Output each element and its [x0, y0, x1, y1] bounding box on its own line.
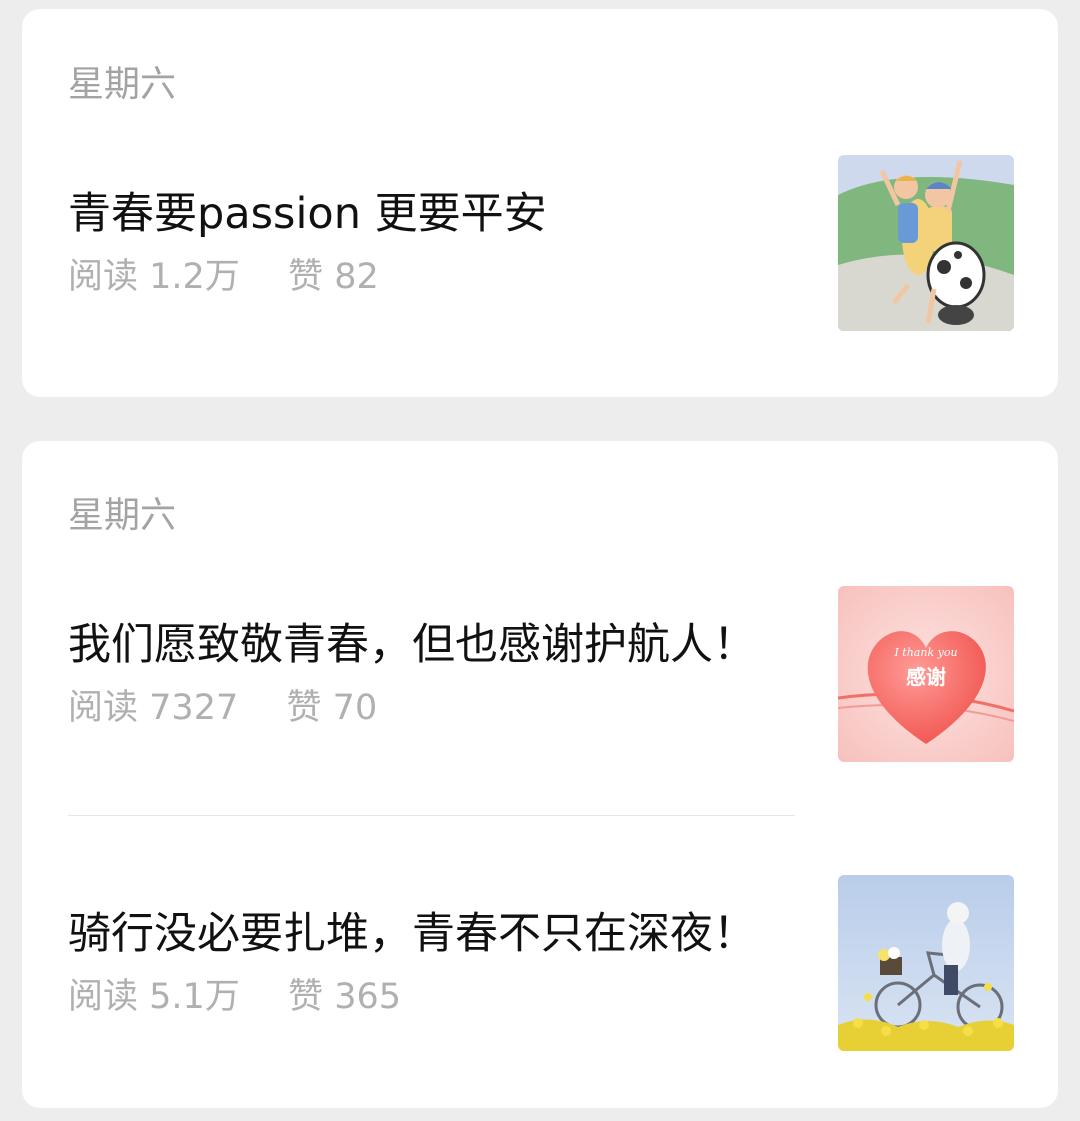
bicycle-photo	[838, 875, 1014, 1051]
article-stats: 阅读 7327 赞 70	[68, 686, 377, 730]
thumb-text: 感谢	[906, 665, 946, 689]
article-item[interactable]: 骑行没必要扎堆，青春不只在深夜！ 阅读 5.1万 赞 365	[22, 875, 1058, 1055]
date-header: 星期六	[68, 64, 177, 105]
read-label: 阅读	[68, 257, 139, 297]
article-card: 星期六 青春要passion 更要平安 阅读 1.2万 赞 82	[22, 9, 1058, 397]
article-card: 星期六 我们愿致敬青春，但也感谢护航人！ 阅读 7327 赞 70 I than…	[22, 441, 1058, 1108]
date-header: 星期六	[68, 495, 177, 536]
divider	[68, 815, 795, 816]
thumb-script-text: I thank you	[893, 646, 957, 659]
like-label: 赞	[288, 977, 324, 1017]
like-count: 70	[332, 688, 378, 728]
article-thumbnail[interactable]: I thank you 感谢	[838, 586, 1014, 762]
heart-image: I thank you 感谢	[838, 586, 1014, 762]
read-label: 阅读	[68, 688, 139, 728]
article-title[interactable]: 青春要passion 更要平安	[68, 186, 808, 242]
like-count: 82	[334, 257, 379, 297]
like-count: 365	[334, 977, 402, 1017]
article-item[interactable]: 青春要passion 更要平安 阅读 1.2万 赞 82	[22, 155, 1058, 335]
article-title[interactable]: 我们愿致敬青春，但也感谢护航人！	[68, 617, 808, 673]
like-label: 赞	[286, 688, 322, 728]
read-count: 1.2万	[149, 257, 240, 297]
read-count: 7327	[149, 688, 239, 728]
like-label: 赞	[288, 257, 324, 297]
article-title[interactable]: 骑行没必要扎堆，青春不只在深夜！	[68, 906, 808, 962]
scooter-illustration	[838, 155, 1014, 331]
article-item[interactable]: 我们愿致敬青春，但也感谢护航人！ 阅读 7327 赞 70 I thank yo…	[22, 586, 1058, 766]
article-thumbnail[interactable]	[838, 875, 1014, 1051]
article-thumbnail[interactable]	[838, 155, 1014, 331]
read-label: 阅读	[68, 977, 139, 1017]
read-count: 5.1万	[149, 977, 240, 1017]
article-stats: 阅读 1.2万 赞 82	[68, 255, 379, 299]
article-stats: 阅读 5.1万 赞 365	[68, 975, 401, 1019]
